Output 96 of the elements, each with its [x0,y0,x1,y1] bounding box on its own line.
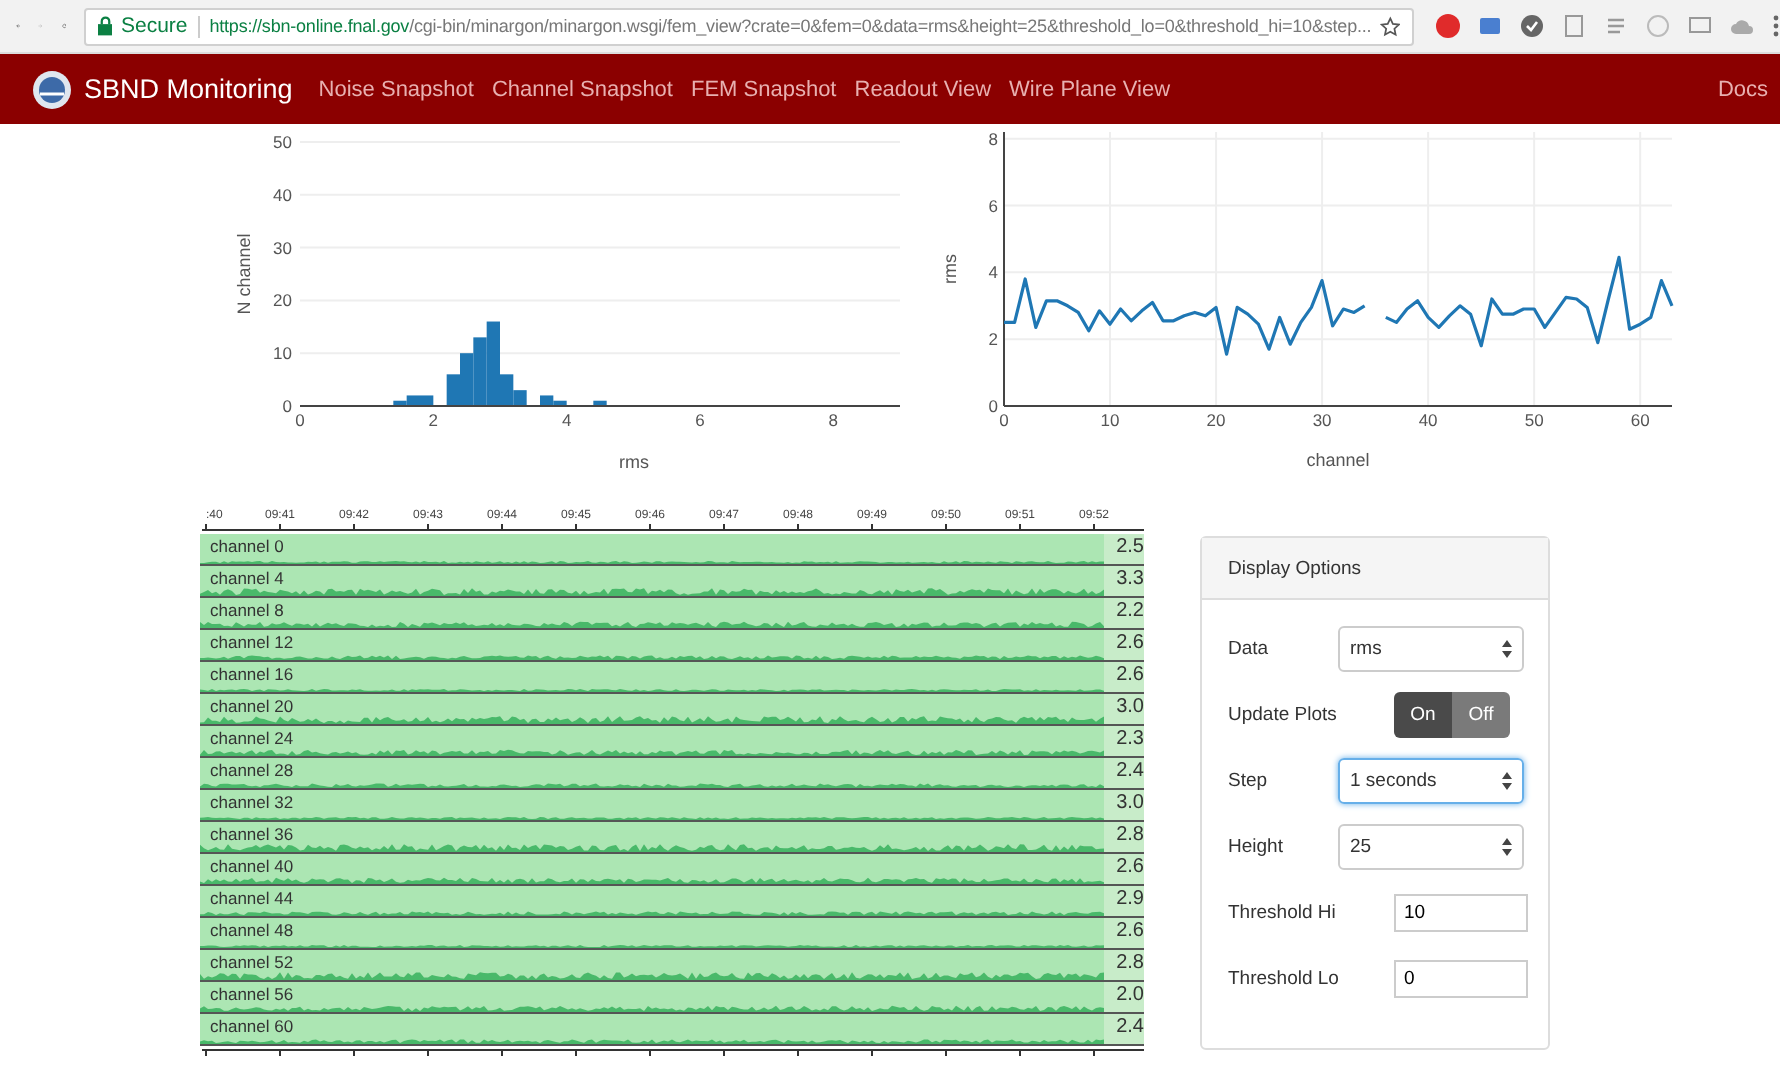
channel-value: 2.6 [1104,854,1144,884]
channel-value: 2.8 [1104,950,1144,980]
channel-value: 2.0 [1104,982,1144,1012]
y-tick-label: 4 [988,262,998,283]
document-icon[interactable] [1561,14,1586,38]
nav-link[interactable]: Wire Plane View [1009,77,1171,101]
channel-label: channel 8 [210,598,284,620]
channel-value: 2.2 [1104,598,1144,628]
input-field[interactable]: 10 [1394,893,1528,931]
channel-label: channel 28 [210,758,294,780]
select-field[interactable]: 1 seconds [1338,757,1524,803]
field-label: Data [1228,637,1271,659]
field-label: Threshold Hi [1228,901,1338,923]
histogram-bar [593,400,607,406]
y-tick-label: 30 [273,237,292,258]
channel-label: channel 36 [210,822,294,844]
lines-icon[interactable] [1603,14,1628,38]
channel-value: 2.6 [1104,662,1144,692]
updown-icon [1502,639,1512,657]
channel-label: channel 60 [210,1014,294,1036]
y-tick-label: 0 [988,396,998,416]
y-tick-label: 50 [273,132,292,152]
x-tick-label: 2 [428,410,439,430]
y-tick-label: 40 [273,184,292,205]
toggle-button[interactable]: On [1394,691,1452,737]
channel-label: channel 32 [210,790,294,812]
toggle-button[interactable]: Off [1452,691,1510,737]
channel-value: 3.3 [1104,566,1144,596]
y-tick-label: 6 [988,195,998,216]
nav-link[interactable]: Docs [1717,77,1768,101]
nav-link[interactable]: Readout View [854,77,992,101]
updown-icon [1502,837,1512,855]
y-tick-label: 8 [988,128,998,149]
address-bar[interactable]: Secure https://sbn-online.fnal.gov/cgi-bin/minargon/minargon.wsgi/fem_view?crate=0&fem=0&data=rms&height=25&threshold_lo=0&threshold_hi=10&step... [83,7,1414,45]
channel-value: 2.3 [1104,726,1144,756]
more-icon[interactable] [1771,14,1780,38]
x-tick-label: 0 [999,410,1009,430]
channel-label: channel 44 [210,886,294,908]
x-tick-label: 50 [1524,410,1544,430]
nav-link[interactable]: Channel Snapshot [491,77,673,101]
field-label: Step [1228,769,1270,791]
channel-label: channel 16 [210,662,294,684]
x-tick-label: 60 [1630,410,1650,430]
channel-value: 2.5 [1104,534,1144,564]
lock-icon [97,16,113,36]
channel-label: channel 48 [210,918,294,940]
screen-icon[interactable] [1687,14,1712,38]
channel-value: 2.4 [1104,1014,1144,1044]
channel-value: 2.6 [1104,630,1144,660]
channel-label: channel 20 [210,694,294,716]
updown-icon [1502,771,1512,789]
y-tick-label: 20 [273,290,292,311]
x-axis-title: rms [619,452,649,472]
field-label: Threshold Lo [1228,967,1338,989]
logo-icon[interactable] [32,69,72,109]
y-axis-title: N channel [234,233,254,315]
channel-label: channel 40 [210,854,294,876]
channel-label: channel 56 [210,982,294,1004]
panel-title: Display Options [1228,557,1362,579]
field-label: Height [1228,835,1285,857]
channel-label: channel 4 [210,566,284,588]
field-label: Update Plots [1228,703,1338,725]
cloud-icon[interactable] [1729,14,1754,38]
channel-value: 2.8 [1104,822,1144,852]
circle-icon[interactable] [1645,14,1670,38]
channel-label: channel 0 [210,534,284,556]
x-axis-title: channel [1306,450,1370,470]
channel-label: channel 12 [210,630,294,652]
channel-label: channel 24 [210,726,294,748]
channel-value: 3.0 [1104,790,1144,820]
x-tick-label: 0 [295,410,305,430]
y-axis-title: rms [940,254,960,284]
x-tick-label: 30 [1312,410,1332,430]
y-tick-label: 2 [988,329,998,350]
channel-label: channel 52 [210,950,294,972]
y-tick-label: 0 [282,396,292,416]
channel-value: 2.9 [1104,886,1144,916]
x-tick-label: 20 [1206,410,1226,430]
nav-link[interactable]: FEM Snapshot [690,77,837,101]
star-icon[interactable] [1379,15,1400,37]
select-field[interactable]: rms [1338,625,1524,671]
x-tick-label: 40 [1418,410,1438,430]
channel-value: 3.0 [1104,694,1144,724]
select-field[interactable]: 25 [1338,823,1524,869]
x-tick-label: 4 [561,410,572,430]
x-tick-label: 10 [1100,410,1120,430]
brand-link[interactable]: SBND Monitoring [84,74,293,104]
y-tick-label: 10 [273,343,292,364]
x-tick-label: 8 [828,410,839,430]
url-text: https://sbn-online.fnal.gov/cgi-bin/minargon/minargon.wsgi/fem_view?crate=0&fem=0&data=rms&height=25&threshold_lo=0&threshold_hi=10&step... [209,16,1372,36]
channel-value: 2.6 [1104,918,1144,948]
nav-link[interactable]: Noise Snapshot [318,77,474,101]
input-field[interactable]: 0 [1394,959,1528,997]
secure-label: Secure [120,14,188,38]
x-tick-label: 6 [695,410,705,430]
channel-value: 2.4 [1104,758,1144,788]
